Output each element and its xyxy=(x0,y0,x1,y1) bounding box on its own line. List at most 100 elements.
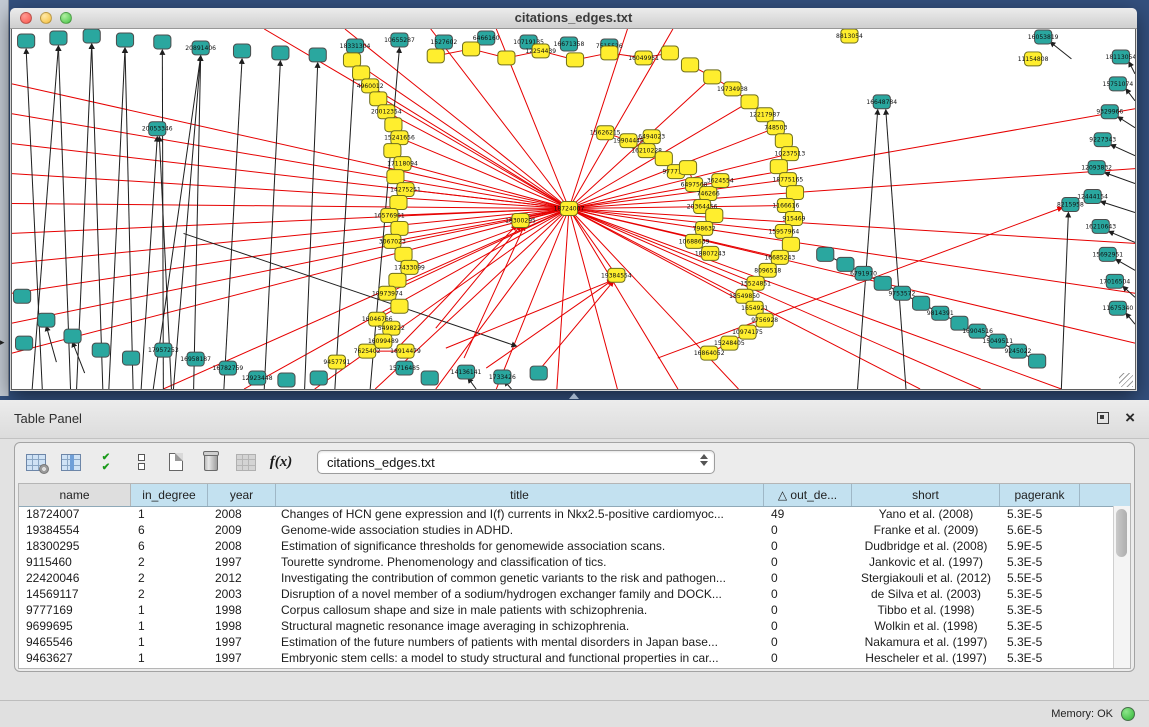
graph-node[interactable] xyxy=(272,46,289,60)
graph-node[interactable] xyxy=(38,313,55,327)
table-cell[interactable]: 2008 xyxy=(208,539,276,553)
table-cell[interactable]: 9115460 xyxy=(19,555,131,569)
table-cell[interactable]: 6 xyxy=(131,539,208,553)
table-cell[interactable]: 18724007 xyxy=(19,507,131,521)
window-titlebar[interactable]: citations_edges.txt xyxy=(10,8,1137,29)
graph-node[interactable] xyxy=(874,276,891,290)
select-all-button[interactable]: ✔✔ xyxy=(95,452,117,472)
table-cell[interactable]: 1997 xyxy=(208,651,276,665)
table-cell[interactable]: 1 xyxy=(131,635,208,649)
table-cell[interactable]: 1997 xyxy=(208,555,276,569)
column-header-4[interactable]: △ out_de... xyxy=(764,484,852,506)
graph-node[interactable] xyxy=(706,209,723,223)
table-cell[interactable]: Genome-wide association studies in ADHD. xyxy=(276,523,764,537)
collapsed-side-panel[interactable]: ▸ xyxy=(0,0,9,396)
table-cell[interactable]: 5.6E-5 xyxy=(1000,523,1080,537)
graph-node[interactable] xyxy=(741,95,758,109)
graph-node[interactable] xyxy=(83,29,100,43)
graph-node[interactable] xyxy=(655,152,672,166)
graph-node[interactable] xyxy=(913,296,930,310)
table-row[interactable]: 977716911998Corpus callosum shape and si… xyxy=(19,602,1114,618)
graph-node[interactable] xyxy=(387,170,404,184)
table-cell[interactable]: 0 xyxy=(764,555,852,569)
column-header-1[interactable]: in_degree xyxy=(131,484,208,506)
graph-node[interactable] xyxy=(16,336,33,350)
table-cell[interactable]: Wolkin et al. (1998) xyxy=(852,619,1000,633)
graph-node[interactable] xyxy=(530,366,547,380)
table-cell[interactable]: 9777169 xyxy=(19,603,131,617)
table-cell[interactable]: Corpus callosum shape and size in male p… xyxy=(276,603,764,617)
window-resize-handle[interactable] xyxy=(1119,373,1133,387)
table-cell[interactable]: 1998 xyxy=(208,603,276,617)
table-cell[interactable]: 0 xyxy=(764,571,852,585)
graph-node[interactable] xyxy=(233,44,250,58)
table-cell[interactable]: 9463627 xyxy=(19,651,131,665)
table-cell[interactable]: 1997 xyxy=(208,635,276,649)
new-table-button[interactable] xyxy=(165,452,187,472)
graph-node[interactable] xyxy=(817,247,834,261)
graph-node[interactable] xyxy=(681,58,698,72)
table-cell[interactable]: Tibbo et al. (1998) xyxy=(852,603,1000,617)
table-row[interactable]: 969969511998Structural magnetic resonanc… xyxy=(19,618,1114,634)
graph-node[interactable] xyxy=(427,49,444,63)
table-cell[interactable]: Changes of HCN gene expression and I(f) … xyxy=(276,507,764,521)
table-cell[interactable]: 5.3E-5 xyxy=(1000,651,1080,665)
table-cell[interactable]: Hescheler et al. (1997) xyxy=(852,651,1000,665)
table-cell[interactable]: de Silva et al. (2003) xyxy=(852,587,1000,601)
graph-node[interactable] xyxy=(770,160,787,174)
table-cell[interactable]: 1 xyxy=(131,507,208,521)
table-cell[interactable]: 6 xyxy=(131,523,208,537)
show-columns-button[interactable] xyxy=(60,452,82,472)
table-cell[interactable]: 5.3E-5 xyxy=(1000,555,1080,569)
graph-node[interactable] xyxy=(385,118,402,132)
table-cell[interactable]: Estimation of the future numbers of pati… xyxy=(276,635,764,649)
scrollbar-thumb[interactable] xyxy=(1116,509,1127,557)
graph-node[interactable] xyxy=(14,289,31,303)
table-cell[interactable]: 22420046 xyxy=(19,571,131,585)
table-cell[interactable]: 0 xyxy=(764,587,852,601)
graph-node[interactable] xyxy=(309,48,326,62)
graph-node[interactable] xyxy=(353,66,370,80)
table-cell[interactable]: 5.3E-5 xyxy=(1000,603,1080,617)
graph-node[interactable] xyxy=(64,329,81,343)
graph-node[interactable] xyxy=(775,134,792,148)
table-cell[interactable]: Nakamura et al. (1997) xyxy=(852,635,1000,649)
column-header-2[interactable]: year xyxy=(208,484,276,506)
table-cell[interactable]: 0 xyxy=(764,651,852,665)
graph-node[interactable] xyxy=(782,237,799,251)
table-row[interactable]: 946554611997Estimation of the future num… xyxy=(19,634,1114,650)
table-row[interactable]: 1872400712008Changes of HCN gene express… xyxy=(19,506,1114,522)
graph-node[interactable] xyxy=(661,46,678,60)
graph-node[interactable] xyxy=(395,247,412,261)
table-cell[interactable]: 9699695 xyxy=(19,619,131,633)
table-cell[interactable]: 19384554 xyxy=(19,523,131,537)
table-selector-dropdown[interactable]: citations_edges.txt xyxy=(317,450,715,474)
table-cell[interactable]: Embryonic stem cells: a model to study s… xyxy=(276,651,764,665)
graph-node[interactable] xyxy=(498,51,515,65)
table-cell[interactable]: Tourette syndrome. Phenomenology and cla… xyxy=(276,555,764,569)
table-cell[interactable]: 2 xyxy=(131,571,208,585)
function-builder-button[interactable]: f(x) xyxy=(270,452,292,472)
network-canvas[interactable]: 2089140618331304106552871527602646616010… xyxy=(11,29,1136,390)
column-header-0[interactable]: name xyxy=(19,484,131,506)
table-cell[interactable]: 0 xyxy=(764,635,852,649)
table-cell[interactable]: Structural magnetic resonance image aver… xyxy=(276,619,764,633)
graph-node[interactable] xyxy=(278,373,295,387)
table-cell[interactable]: 14569117 xyxy=(19,587,131,601)
graph-node[interactable] xyxy=(566,53,583,67)
table-cell[interactable]: 1998 xyxy=(208,619,276,633)
graph-node[interactable] xyxy=(18,34,35,48)
table-cell[interactable]: 2009 xyxy=(208,523,276,537)
close-panel-icon[interactable]: × xyxy=(1125,408,1135,428)
graph-node[interactable] xyxy=(343,53,360,67)
graph-node[interactable] xyxy=(679,161,696,175)
graph-node[interactable] xyxy=(116,33,133,47)
graph-node[interactable] xyxy=(92,343,109,357)
table-cell[interactable]: 0 xyxy=(764,539,852,553)
table-cell[interactable]: 5.3E-5 xyxy=(1000,507,1080,521)
table-settings-button[interactable] xyxy=(25,452,47,472)
table-cell[interactable]: 0 xyxy=(764,523,852,537)
minimize-window-button[interactable] xyxy=(40,12,52,24)
table-cell[interactable]: Dudbridge et al. (2008) xyxy=(852,539,1000,553)
table-row[interactable]: 911546021997Tourette syndrome. Phenomeno… xyxy=(19,554,1114,570)
